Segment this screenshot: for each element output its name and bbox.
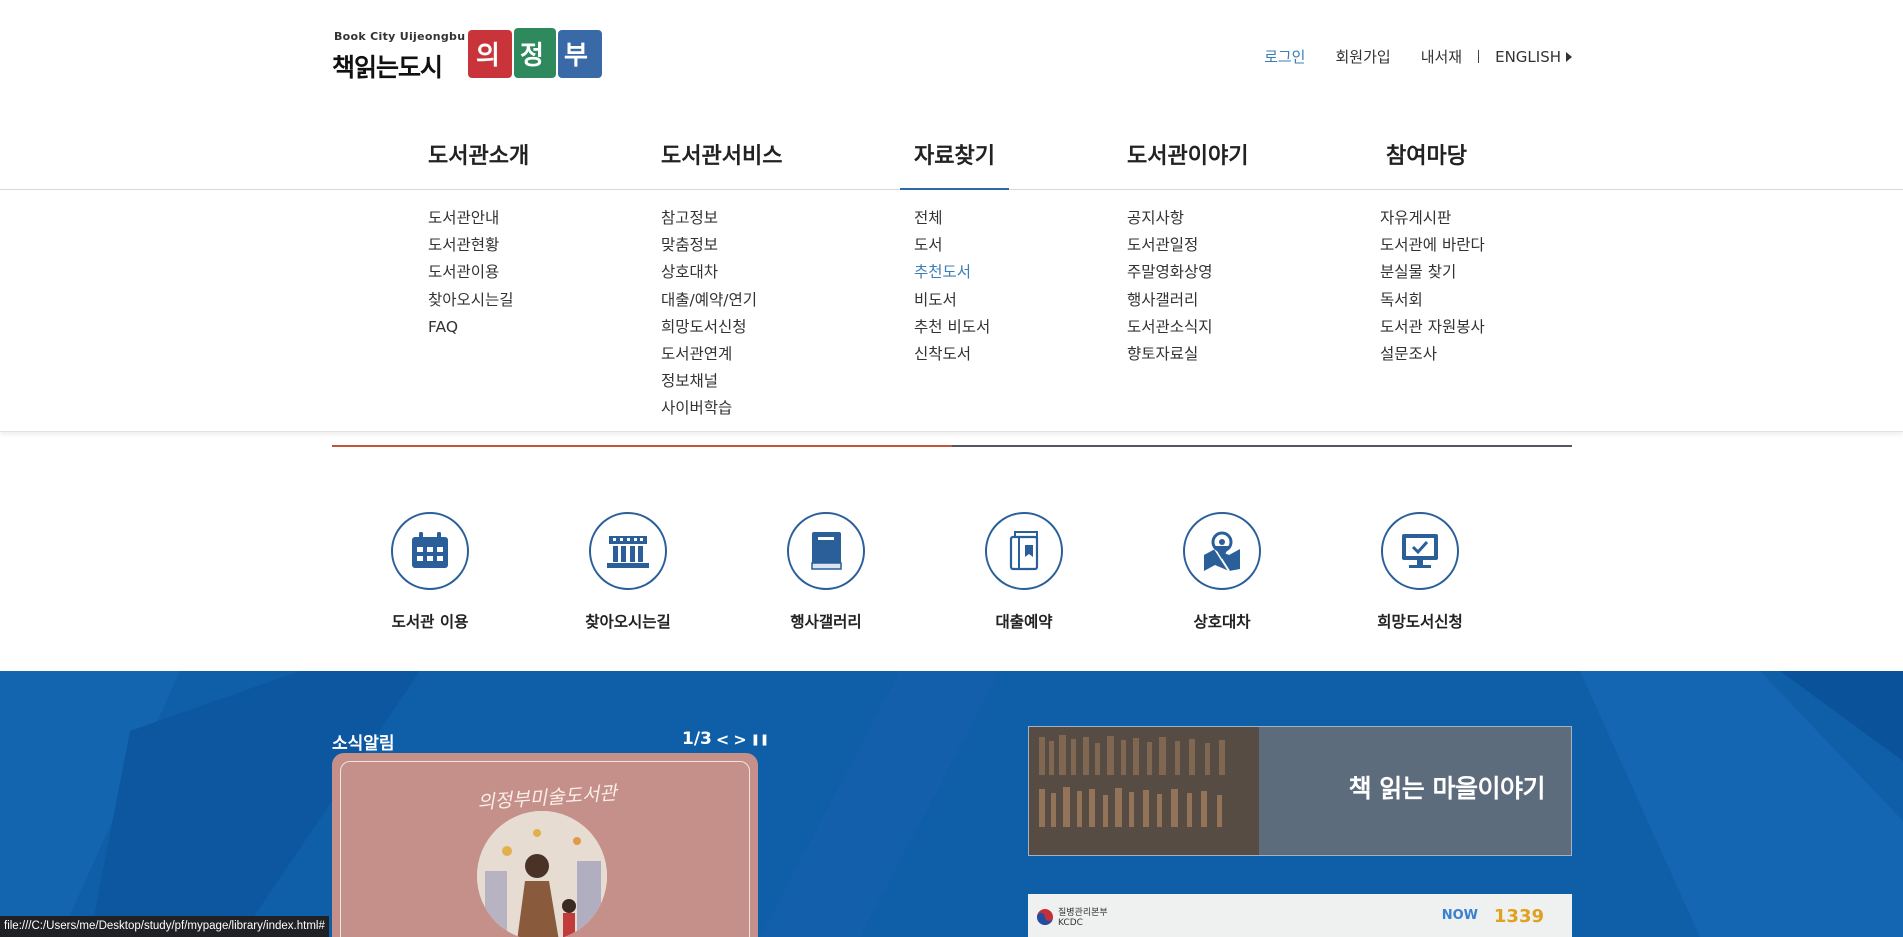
nav-library-service[interactable]: 도서관서비스 — [661, 138, 782, 170]
logo-mark-icon: 의 정 부 — [468, 28, 602, 78]
main-nav: 도서관소개 도서관서비스 자료찾기 도서관이야기 참여마당 — [0, 130, 1903, 190]
submenu-item[interactable]: 향토자료실 — [1127, 341, 1213, 368]
now-badge: NOW — [1441, 908, 1478, 923]
submenu-item[interactable]: 주말영화상영 — [1127, 259, 1213, 286]
utility-nav: 로그인 회원가입 내서재 ENGLISH — [1234, 46, 1572, 67]
library-homepage: { "header": { "logo_sub": "Book City Uij… — [0, 0, 1903, 937]
quick-label: 행사갤러리 — [790, 613, 862, 631]
book-village-banner[interactable]: 책 읽는 마을이야기 — [1028, 726, 1572, 856]
pause-button[interactable]: ❚❚ — [751, 733, 769, 746]
news-counter: 1/3 — [682, 729, 712, 749]
site-logo[interactable]: Book City Uijeongbu 책읽는도시 의 정 부 — [332, 28, 602, 84]
quick-interlibrary-loan[interactable]: 상호대차 — [1162, 512, 1282, 632]
submenu-library-intro: 도서관안내 도서관현황 도서관이용 찾아오시는길 FAQ — [428, 205, 514, 341]
submenu-item[interactable]: 도서관 자원봉사 — [1380, 314, 1485, 341]
submenu-item[interactable]: 비도서 — [914, 287, 990, 314]
logo-subtitle: Book City Uijeongbu — [334, 30, 466, 43]
my-library-link[interactable]: 내서재 — [1421, 46, 1462, 67]
english-link[interactable]: ENGLISH — [1495, 48, 1572, 66]
next-button[interactable]: > — [733, 730, 746, 749]
submenu-item[interactable]: 희망도서신청 — [661, 314, 757, 341]
submenu-item[interactable]: 자유게시판 — [1380, 205, 1485, 232]
nav-search-material[interactable]: 자료찾기 — [900, 138, 1009, 190]
prev-button[interactable]: < — [716, 730, 729, 749]
book-icon — [787, 512, 865, 590]
submenu-item[interactable]: 전체 — [914, 205, 990, 232]
submenu-participation: 자유게시판 도서관에 바란다 분실물 찾기 독서회 도서관 자원봉사 설문조사 — [1380, 205, 1485, 368]
calendar-icon — [391, 512, 469, 590]
caret-right-icon — [1566, 51, 1572, 62]
submenu-item[interactable]: 도서관에 바란다 — [1380, 232, 1485, 259]
news-controls: 1/3 < > ❚❚ — [682, 729, 769, 749]
submenu-item[interactable]: 행사갤러리 — [1127, 287, 1213, 314]
submenu-item[interactable]: 도서관연계 — [661, 341, 757, 368]
news-card-illustration — [477, 811, 607, 937]
submenu-item[interactable]: 상호대차 — [661, 259, 757, 286]
submenu-item[interactable]: 추천 비도서 — [914, 314, 990, 341]
submenu-item[interactable]: 공지사항 — [1127, 205, 1213, 232]
hotline-number: 1339 — [1493, 906, 1544, 927]
news-section-title: 소식알림 — [332, 734, 395, 754]
nav-participation[interactable]: 참여마당 — [1386, 138, 1467, 170]
quick-directions[interactable]: 찾아오시는길 — [568, 512, 688, 632]
svg-text:정: 정 — [520, 41, 544, 71]
quick-label: 찾아오시는길 — [585, 613, 671, 631]
quick-label: 도서관 이용 — [391, 613, 469, 631]
nav-library-story[interactable]: 도서관이야기 — [1127, 138, 1248, 170]
submenu-item[interactable]: 독서회 — [1380, 287, 1485, 314]
submenu-item[interactable]: 맞춤정보 — [661, 232, 757, 259]
background-pattern — [0, 671, 1903, 937]
join-link[interactable]: 회원가입 — [1335, 46, 1390, 67]
divider — [1478, 50, 1480, 63]
banner-title: 책 읽는 마을이야기 — [1348, 774, 1546, 803]
quick-label: 상호대차 — [1193, 613, 1251, 631]
logo-title: 책읽는도시 — [332, 53, 443, 82]
quick-book-request[interactable]: 희망도서신청 — [1360, 512, 1480, 632]
submenu-item[interactable]: 대출/예약/연기 — [661, 287, 757, 314]
mega-menu-panel: 도서관안내 도서관현황 도서관이용 찾아오시는길 FAQ 참고정보 맞춤정보 상… — [0, 191, 1903, 432]
submenu-item[interactable]: 설문조사 — [1380, 341, 1485, 368]
login-link[interactable]: 로그인 — [1264, 46, 1305, 67]
monitor-check-icon — [1381, 512, 1459, 590]
section-divider — [332, 445, 1572, 447]
submenu-item[interactable]: 참고정보 — [661, 205, 757, 232]
submenu-item[interactable]: 도서관이용 — [428, 259, 514, 286]
quick-label: 희망도서신청 — [1377, 613, 1463, 631]
svg-text:의: 의 — [476, 41, 500, 71]
kdca-logo-icon — [1037, 909, 1053, 925]
kdca-label: 질병관리본부 KCDC — [1058, 908, 1108, 928]
news-card[interactable]: 의정부미술도서관 — [332, 753, 758, 937]
submenu-item[interactable]: 분실물 찾기 — [1380, 259, 1485, 286]
submenu-item[interactable]: 도서관현황 — [428, 232, 514, 259]
nav-library-intro[interactable]: 도서관소개 — [428, 138, 529, 170]
building-icon — [589, 512, 667, 590]
submenu-item[interactable]: 도서관안내 — [428, 205, 514, 232]
submenu-item[interactable]: 정보채널 — [661, 368, 757, 395]
submenu-item[interactable]: 도서관소식지 — [1127, 314, 1213, 341]
submenu-library-story: 공지사항 도서관일정 주말영화상영 행사갤러리 도서관소식지 향토자료실 — [1127, 205, 1213, 368]
submenu-item[interactable]: 신착도서 — [914, 341, 990, 368]
svg-text:부: 부 — [564, 41, 588, 71]
quick-library-use[interactable]: 도서관 이용 — [370, 512, 490, 632]
submenu-item[interactable]: 도서 — [914, 232, 990, 259]
browser-status-url: file:///C:/Users/me/Desktop/study/pf/myp… — [0, 916, 329, 937]
news-band — [0, 671, 1903, 937]
submenu-item[interactable]: 찾아오시는길 — [428, 287, 514, 314]
submenu-library-service: 참고정보 맞춤정보 상호대차 대출/예약/연기 희망도서신청 도서관연계 정보채… — [661, 205, 757, 423]
health-banner[interactable]: 질병관리본부 KCDC NOW 1339 — [1028, 894, 1572, 937]
submenu-search-material: 전체 도서 추천도서 비도서 추천 비도서 신착도서 — [914, 205, 990, 368]
quick-label: 대출예약 — [995, 613, 1053, 631]
submenu-item[interactable]: 사이버학습 — [661, 395, 757, 422]
submenu-item[interactable]: FAQ — [428, 314, 514, 341]
book-return-icon — [985, 512, 1063, 590]
quick-loan-reserve[interactable]: 대출예약 — [964, 512, 1084, 632]
submenu-item-recommended-books[interactable]: 추천도서 — [914, 259, 990, 286]
english-label: ENGLISH — [1495, 47, 1561, 66]
submenu-item[interactable]: 도서관일정 — [1127, 232, 1213, 259]
map-pin-icon — [1183, 512, 1261, 590]
quick-event-gallery[interactable]: 행사갤러리 — [766, 512, 886, 632]
